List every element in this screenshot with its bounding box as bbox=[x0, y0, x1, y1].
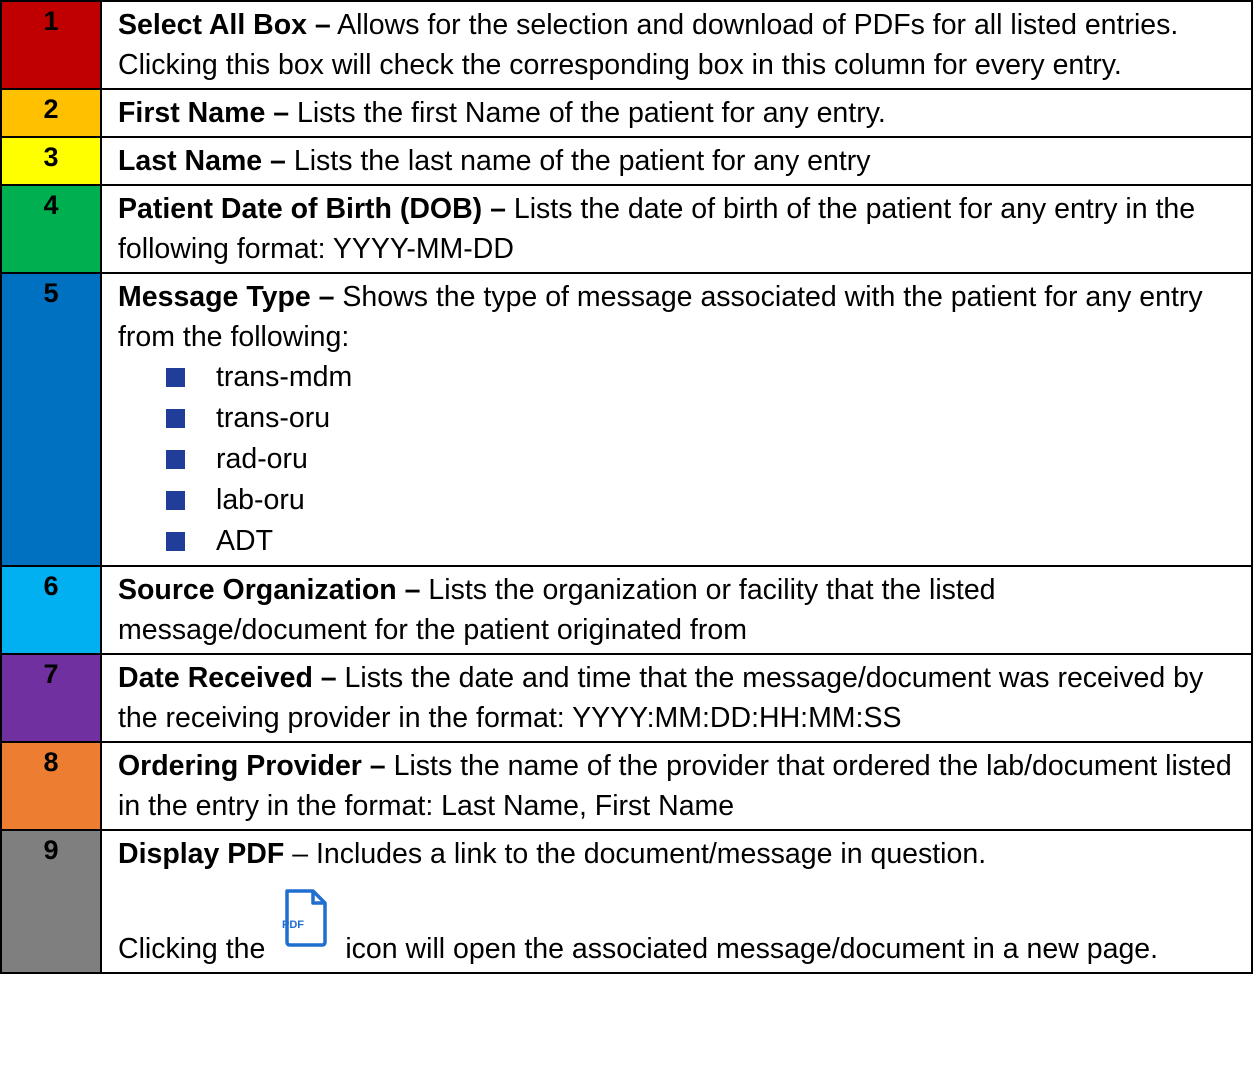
row-number: 3 bbox=[0, 136, 102, 186]
list-item: trans-mdm bbox=[166, 357, 1245, 398]
row-description: Source Organization – Lists the organiza… bbox=[100, 565, 1253, 655]
list-item: rad-oru bbox=[166, 439, 1245, 480]
term-description: – Includes a link to the document/messag… bbox=[284, 838, 987, 870]
row-number: 9 bbox=[0, 829, 102, 974]
legend-row-3: 3 Last Name – Lists the last name of the… bbox=[0, 136, 1253, 186]
legend-row-5: 5 Message Type – Shows the type of messa… bbox=[0, 272, 1253, 567]
pdf-file-icon[interactable]: PDF bbox=[279, 888, 331, 948]
term-label: Message Type – bbox=[118, 281, 335, 313]
row-number: 8 bbox=[0, 741, 102, 831]
instruction-text-before: Clicking the bbox=[118, 933, 266, 965]
row-number: 7 bbox=[0, 653, 102, 743]
legend-table: 1 Select All Box – Allows for the select… bbox=[0, 0, 1253, 974]
square-bullet-icon bbox=[166, 368, 185, 387]
term-label: First Name – bbox=[118, 97, 290, 129]
square-bullet-icon bbox=[166, 532, 185, 551]
legend-row-1: 1 Select All Box – Allows for the select… bbox=[0, 0, 1253, 90]
legend-row-9: 9 Display PDF – Includes a link to the d… bbox=[0, 829, 1253, 974]
list-item-label: trans-mdm bbox=[216, 361, 353, 393]
row-number: 5 bbox=[0, 272, 102, 567]
list-item-label: trans-oru bbox=[216, 402, 331, 434]
list-item-label: lab-oru bbox=[216, 484, 305, 516]
row-description: First Name – Lists the first Name of the… bbox=[100, 88, 1253, 138]
row-number: 2 bbox=[0, 88, 102, 138]
term-label: Display PDF bbox=[118, 838, 285, 870]
row-number: 4 bbox=[0, 184, 102, 274]
row-number: 6 bbox=[0, 565, 102, 655]
instruction-text-after: icon will open the associated message/do… bbox=[345, 933, 1159, 965]
term-description: Lists the first Name of the patient for … bbox=[289, 97, 886, 129]
legend-row-2: 2 First Name – Lists the first Name of t… bbox=[0, 88, 1253, 138]
term-label: Source Organization – bbox=[118, 574, 421, 606]
list-item: trans-oru bbox=[166, 398, 1245, 439]
row-description: Patient Date of Birth (DOB) – Lists the … bbox=[100, 184, 1253, 274]
term-label: Last Name – bbox=[118, 145, 286, 177]
row-number: 1 bbox=[0, 0, 102, 90]
term-label: Date Received – bbox=[118, 662, 337, 694]
legend-row-8: 8 Ordering Provider – Lists the name of … bbox=[0, 741, 1253, 831]
list-item-label: rad-oru bbox=[216, 443, 308, 475]
list-item-label: ADT bbox=[216, 525, 273, 557]
list-item: ADT bbox=[166, 521, 1245, 562]
row-description: Date Received – Lists the date and time … bbox=[100, 653, 1253, 743]
term-label: Select All Box – bbox=[118, 9, 331, 41]
square-bullet-icon bbox=[166, 491, 185, 510]
pdf-instruction: Clicking the PDF icon will open the associ… bbox=[118, 889, 1245, 969]
row-description: Message Type – Shows the type of message… bbox=[100, 272, 1253, 567]
legend-row-4: 4 Patient Date of Birth (DOB) – Lists th… bbox=[0, 184, 1253, 274]
pdf-icon-label: PDF bbox=[282, 919, 304, 931]
legend-row-7: 7 Date Received – Lists the date and tim… bbox=[0, 653, 1253, 743]
row-description: Last Name – Lists the last name of the p… bbox=[100, 136, 1253, 186]
row-description: Select All Box – Allows for the selectio… bbox=[100, 0, 1253, 90]
legend-row-6: 6 Source Organization – Lists the organi… bbox=[0, 565, 1253, 655]
row-description: Ordering Provider – Lists the name of th… bbox=[100, 741, 1253, 831]
square-bullet-icon bbox=[166, 450, 185, 469]
square-bullet-icon bbox=[166, 409, 185, 428]
list-item: lab-oru bbox=[166, 480, 1245, 521]
term-description: Lists the last name of the patient for a… bbox=[285, 145, 871, 177]
row-description: Display PDF – Includes a link to the doc… bbox=[100, 829, 1253, 974]
message-type-list: trans-mdm trans-oru rad-oru lab-oru ADT bbox=[118, 357, 1245, 562]
term-label: Ordering Provider – bbox=[118, 750, 386, 782]
term-label: Patient Date of Birth (DOB) – bbox=[118, 193, 506, 225]
